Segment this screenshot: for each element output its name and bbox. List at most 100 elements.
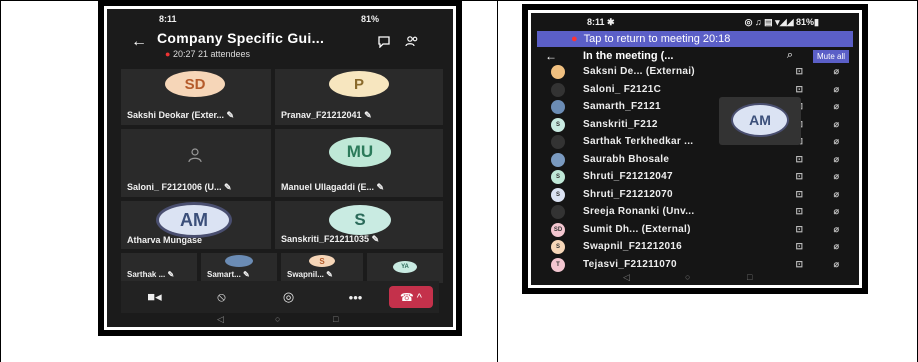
mute-all-button[interactable]: Mute all: [812, 50, 849, 63]
participant-name: Samart... ✎: [207, 270, 250, 279]
back-arrow-icon[interactable]: ←: [545, 49, 557, 63]
nav-home-icon[interactable]: ○: [275, 314, 280, 324]
participant-name: Sakshi Deokar (Exter... ✎: [127, 110, 235, 120]
meeting-title: Company Specific Gui...: [157, 30, 325, 46]
participant-row[interactable]: Saloni_ F2121C ⊡ ⌀: [537, 81, 853, 99]
participant-name: Manuel Ullagaddi (E... ✎: [281, 182, 385, 192]
participants-icon[interactable]: [405, 35, 419, 51]
participant-row[interactable]: S Shruti_F21212047 ⊡ ⌀: [537, 168, 853, 186]
nav-recent-icon[interactable]: □: [747, 272, 752, 282]
mic-muted-icon: ⌀: [833, 153, 839, 164]
meeting-subtitle: ● 20:27 21 attendees: [165, 49, 250, 59]
avatar: [551, 135, 565, 149]
person-icon: [183, 143, 207, 167]
participant-name: Pranav_F21212041 ✎: [281, 110, 372, 120]
participant-row[interactable]: Saksni De... (Externai) ⊡ ⌀: [537, 63, 853, 81]
participant-tile[interactable]: SD Sakshi Deokar (Exter... ✎: [121, 69, 271, 125]
nav-recent-icon[interactable]: □: [333, 314, 338, 324]
participant-row[interactable]: SSanskriti_F212⊡⌀: [537, 116, 853, 134]
avatar: SD: [165, 71, 225, 97]
status-bar: 8:11 81%: [107, 11, 453, 27]
participant-tile[interactable]: P Pranav_F21212041 ✎: [275, 69, 443, 125]
nav-back-icon[interactable]: ◁: [217, 314, 224, 325]
participants-screen: 8:11 ✱ ◎ ♫ ▤ ▾◢◢ 81%▮ ● Tap to return to…: [528, 10, 862, 288]
call-toolbar: ■◂ ⦸ ◎ ••• ☎ ^: [121, 281, 439, 313]
participant-row[interactable]: Sarthak Terkhedkar ...⊡⌀: [537, 133, 853, 151]
status-time: 8:11 ✱: [587, 17, 615, 27]
participant-name: Shruti_F21212047: [583, 171, 673, 182]
participant-name: Sanskriti_F212: [583, 118, 658, 130]
avatar: T: [551, 257, 565, 272]
camera-icon: ⊡: [795, 206, 803, 216]
participant-row[interactable]: Saurabh Bhosale ⊡ ⌀: [537, 151, 853, 169]
participant-tile-small[interactable]: S Swapnil... ✎: [281, 253, 363, 283]
camera-icon: ⊡: [795, 223, 803, 234]
mic-muted-icon: ⌀: [833, 241, 839, 251]
nav-home-icon[interactable]: ○: [685, 272, 690, 282]
participant-row[interactable]: SD Sumit Dh... (External) ⊡ ⌀: [537, 221, 853, 239]
avatar: AM: [159, 205, 229, 235]
participant-tile-small[interactable]: Sarthak ... ✎: [121, 253, 197, 283]
floating-video-preview[interactable]: AM: [719, 97, 801, 145]
status-time: 8:11: [159, 14, 177, 24]
mic-muted-icon: ⌀: [833, 206, 839, 216]
participant-tile-small[interactable]: YA: [367, 253, 443, 283]
participant-name: Samarth_F2121: [583, 101, 661, 112]
mic-off-icon[interactable]: ⦸: [188, 289, 255, 305]
nav-back-icon[interactable]: ◁: [623, 272, 630, 283]
avatar: [551, 205, 565, 219]
mic-muted-icon: ⌀: [833, 83, 839, 94]
camera-icon: ⊡: [795, 83, 803, 94]
participant-tile[interactable]: AM Atharva Mungase: [121, 201, 271, 249]
participant-tile[interactable]: Saloni_ F2121006 (U... ✎: [121, 129, 271, 197]
meeting-screen: 8:11 81% ← Company Specific Gui... ● 20:…: [104, 6, 456, 330]
participant-name: Sreeja Ronanki (Unv...: [583, 206, 695, 217]
participant-tile[interactable]: MU Manuel Ullagaddi (E... ✎: [275, 129, 443, 197]
system-nav-bar: ◁ ○ □: [107, 313, 453, 327]
battery-level: 81%: [360, 14, 379, 24]
avatar: [551, 152, 565, 167]
participant-name: Tejasvi_F21211070: [583, 258, 677, 270]
participant-name: Shruti_F21212070: [583, 188, 673, 200]
participant-row[interactable]: S Shruti_F21212070 ⊡ ⌀: [537, 186, 853, 204]
speaker-icon[interactable]: ◎: [255, 289, 322, 305]
participant-row[interactable]: Sreeja Ronanki (Unv... ⊡ ⌀: [537, 203, 853, 221]
more-icon[interactable]: •••: [322, 290, 389, 305]
camera-icon: ⊡: [795, 66, 803, 76]
participant-name: Saurabh Bhosale: [583, 153, 670, 165]
avatar: [551, 100, 565, 114]
participant-tile[interactable]: S Sanskriti_F21211035 ✎: [275, 201, 443, 249]
search-icon[interactable]: ⌕: [787, 49, 793, 62]
mic-muted-icon: ⌀: [833, 118, 839, 129]
camera-icon: ⊡: [795, 188, 803, 199]
avatar: S: [551, 240, 565, 254]
participant-name: Sanskriti_F21211035 ✎: [281, 234, 380, 244]
return-to-meeting-banner[interactable]: ● Tap to return to meeting 20:18: [537, 31, 853, 47]
mic-muted-icon: ⌀: [833, 101, 839, 111]
recording-dot-icon: ●: [165, 49, 171, 59]
participant-name: Swapnil... ✎: [287, 270, 333, 279]
avatar: S: [309, 255, 335, 267]
participant-tile-small[interactable]: Samart... ✎: [201, 253, 277, 283]
meeting-screenshot-right: 8:11 ✱ ◎ ♫ ▤ ▾◢◢ 81%▮ ● Tap to return to…: [522, 4, 868, 294]
camera-icon: ⊡: [795, 258, 803, 269]
system-nav-bar: ◁ ○ □: [531, 271, 859, 285]
back-arrow-icon[interactable]: ←: [131, 33, 147, 51]
end-call-button[interactable]: ☎ ^: [389, 286, 433, 308]
status-icons: ◎ ♫ ▤ ▾◢◢ 81%▮: [744, 17, 819, 27]
camera-off-icon[interactable]: ■◂: [121, 289, 188, 305]
meeting-duration-attendees: 20:27 21 attendees: [172, 49, 251, 59]
participant-name: Saloni_ F2121006 (U... ✎: [127, 182, 232, 192]
participant-row[interactable]: Samarth_F2121⊡⌀: [537, 98, 853, 116]
participant-name: Sumit Dh... (External): [583, 223, 691, 235]
mic-muted-icon: ⌀: [833, 136, 839, 146]
participant-list: Saksni De... (Externai) ⊡ ⌀ Saloni_ F2121C ⊡…: [537, 63, 853, 273]
mic-muted-icon: ⌀: [833, 66, 839, 76]
avatar: [551, 82, 565, 97]
avatar: [225, 255, 253, 267]
participant-name: Sarthak ... ✎: [127, 270, 175, 279]
participant-row[interactable]: S Swapnil_F21212016 ⊡ ⌀: [537, 238, 853, 256]
participant-name: Saloni_ F2121C: [583, 83, 662, 95]
chat-icon[interactable]: [377, 35, 391, 51]
mic-muted-icon: ⌀: [833, 223, 839, 234]
